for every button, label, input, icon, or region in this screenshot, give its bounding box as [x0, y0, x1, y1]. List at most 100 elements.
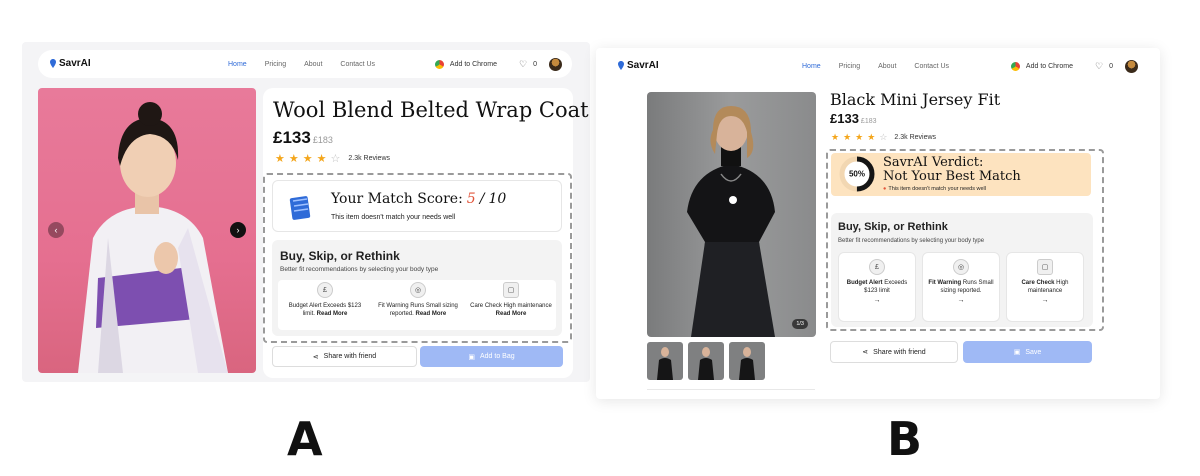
- star-icon: ★: [288, 153, 299, 165]
- save-button[interactable]: ▣ Save: [963, 341, 1092, 363]
- nav-about[interactable]: About: [304, 61, 322, 68]
- arrow-right-icon[interactable]: →: [839, 297, 915, 304]
- savrai-logo[interactable]: SavrAI: [618, 60, 659, 71]
- avatar[interactable]: [549, 58, 562, 71]
- wishlist-count: 0: [533, 61, 537, 68]
- product-price: £133: [830, 111, 859, 126]
- bag-icon: ▣: [468, 353, 475, 361]
- read-more-link[interactable]: Read More: [496, 311, 527, 317]
- fit-warning-label: Fit Warning: [928, 280, 962, 286]
- share-icon: ⋖: [862, 349, 869, 356]
- share-button[interactable]: ⋖ Share with friend: [830, 341, 958, 363]
- old-price: £183: [860, 118, 877, 125]
- match-score-card: Your Match Score: 5 / 10 This item doesn…: [272, 180, 562, 232]
- match-score-max: 10: [488, 191, 507, 207]
- nav-contact[interactable]: Contact Us: [340, 61, 375, 68]
- read-more-link[interactable]: Read More: [416, 311, 447, 317]
- nav-pricing[interactable]: Pricing: [839, 63, 860, 70]
- star-icon: ★: [302, 153, 313, 165]
- score-separator: /: [479, 191, 485, 207]
- chrome-icon: [1010, 62, 1020, 71]
- star-icon: ★: [831, 132, 840, 142]
- variant-a-panel: SavrAI Home Pricing About Contact Us Add…: [22, 42, 590, 382]
- variant-label-b: B: [887, 412, 923, 466]
- budget-alert-text: Budget Alert Exceeds $123: [288, 303, 362, 309]
- product-photo: ‹ ›: [38, 88, 256, 373]
- next-image-button[interactable]: ›: [230, 222, 246, 238]
- rating-stars: ★ ★ ★ ★ ☆ 2.3k Reviews: [831, 132, 936, 143]
- care-label-icon: ▢: [1037, 259, 1053, 275]
- add-to-chrome-button[interactable]: Add to Chrome: [1026, 63, 1073, 70]
- rethink-section: Buy, Skip, or Rethink Better fit recomme…: [272, 240, 562, 336]
- fit-warning-item[interactable]: ◎ Fit Warning Runs Small sizing reported.…: [372, 282, 464, 318]
- variant-b-panel: SavrAI Home Pricing About Contact Us Add…: [596, 48, 1160, 399]
- verdict-percent: 50%: [849, 170, 865, 179]
- care-label-icon: ▢: [503, 282, 519, 298]
- logo-text: SavrAI: [627, 60, 659, 71]
- nav-home[interactable]: Home: [228, 61, 247, 68]
- care-check-card[interactable]: ▢ Care Check High maintenance →: [1006, 252, 1084, 322]
- nav-about[interactable]: About: [878, 63, 896, 70]
- rethink-title: Buy, Skip, or Rethink: [280, 249, 400, 263]
- savrai-logo[interactable]: SavrAI: [50, 58, 91, 69]
- product-title: Wool Blend Belted Wrap Coat: [273, 98, 589, 122]
- heart-icon[interactable]: ♡: [519, 59, 527, 70]
- nav-contact[interactable]: Contact Us: [914, 63, 949, 70]
- bullet-icon: ●: [883, 186, 887, 192]
- share-button[interactable]: ⋖ Share with friend: [272, 346, 417, 367]
- fit-warning-text: Fit Warning Runs Small sizing: [378, 303, 458, 309]
- clothing-tag-icon: [289, 196, 311, 220]
- arrow-right-icon[interactable]: →: [1007, 297, 1083, 304]
- old-price: £183: [312, 135, 333, 145]
- share-label: Share with friend: [873, 348, 926, 356]
- product-photo: 1/3: [647, 92, 816, 337]
- star-icon: ★: [275, 153, 285, 165]
- arrow-right-icon[interactable]: →: [923, 297, 999, 304]
- add-to-bag-button[interactable]: ▣ Add to Bag: [420, 346, 563, 367]
- thumbnail-3[interactable]: [729, 342, 765, 380]
- budget-alert-card[interactable]: £ Budget Alert Exceeds $123 limit →: [838, 252, 916, 322]
- save-label: Save: [1025, 348, 1042, 356]
- avatar[interactable]: [1125, 60, 1138, 73]
- share-label: Share with friend: [323, 353, 377, 360]
- variant-label-a: A: [287, 412, 323, 466]
- verdict-line-2: Not Your Best Match: [883, 169, 1021, 184]
- thumbnail-1[interactable]: [647, 342, 683, 380]
- star-empty-icon: ☆: [879, 132, 888, 142]
- verdict-note: This item doesn't match your needs well: [888, 186, 986, 192]
- divider: [647, 389, 815, 390]
- read-more-link[interactable]: Read More: [317, 311, 348, 317]
- image-counter: 1/3: [792, 319, 808, 329]
- nav-pricing[interactable]: Pricing: [265, 61, 286, 68]
- top-nav: SavrAI Home Pricing About Contact Us Add…: [38, 50, 572, 78]
- share-icon: ⋖: [312, 353, 319, 361]
- rethink-subtitle: Better fit recommendations by selecting …: [838, 238, 985, 244]
- review-count[interactable]: 2.3k Reviews: [894, 134, 936, 141]
- review-count[interactable]: 2.3k Reviews: [348, 155, 390, 162]
- add-to-bag-label: Add to Bag: [479, 353, 515, 360]
- star-icon: ★: [855, 132, 864, 142]
- rating-stars: ★ ★ ★ ★ ☆ 2.3k Reviews: [275, 152, 390, 165]
- fit-warning-card[interactable]: ◎ Fit Warning Runs Small sizing reported…: [922, 252, 1000, 322]
- thumbnail-illustration: [698, 347, 714, 380]
- care-check-label: Care Check: [1021, 280, 1055, 286]
- money-icon: £: [317, 282, 333, 298]
- care-check-item[interactable]: ▢ Care Check High maintenance Read More: [465, 282, 557, 318]
- rethink-title: Buy, Skip, or Rethink: [838, 221, 948, 233]
- add-to-chrome-button[interactable]: Add to Chrome: [450, 61, 497, 68]
- nav-home[interactable]: Home: [802, 63, 821, 70]
- verdict-gauge: 50%: [839, 156, 875, 192]
- rethink-subtitle: Better fit recommendations by selecting …: [280, 266, 439, 273]
- thumbnail-illustration: [739, 347, 755, 380]
- verdict-line-1: SavrAI Verdict:: [883, 155, 984, 170]
- location-pin-icon: [50, 59, 56, 68]
- thumbnail-2[interactable]: [688, 342, 724, 380]
- product-title: Black Mini Jersey Fit: [830, 90, 1001, 109]
- thumbnail-illustration: [657, 347, 673, 380]
- bookmark-icon: ▣: [1013, 349, 1021, 356]
- budget-alert-item[interactable]: £ Budget Alert Exceeds $123 limit. Read M…: [280, 282, 370, 318]
- top-nav: SavrAI Home Pricing About Contact Us Add…: [606, 52, 1148, 80]
- previous-image-button[interactable]: ‹: [48, 222, 64, 238]
- product-price: £133: [273, 128, 311, 147]
- heart-icon[interactable]: ♡: [1095, 61, 1103, 72]
